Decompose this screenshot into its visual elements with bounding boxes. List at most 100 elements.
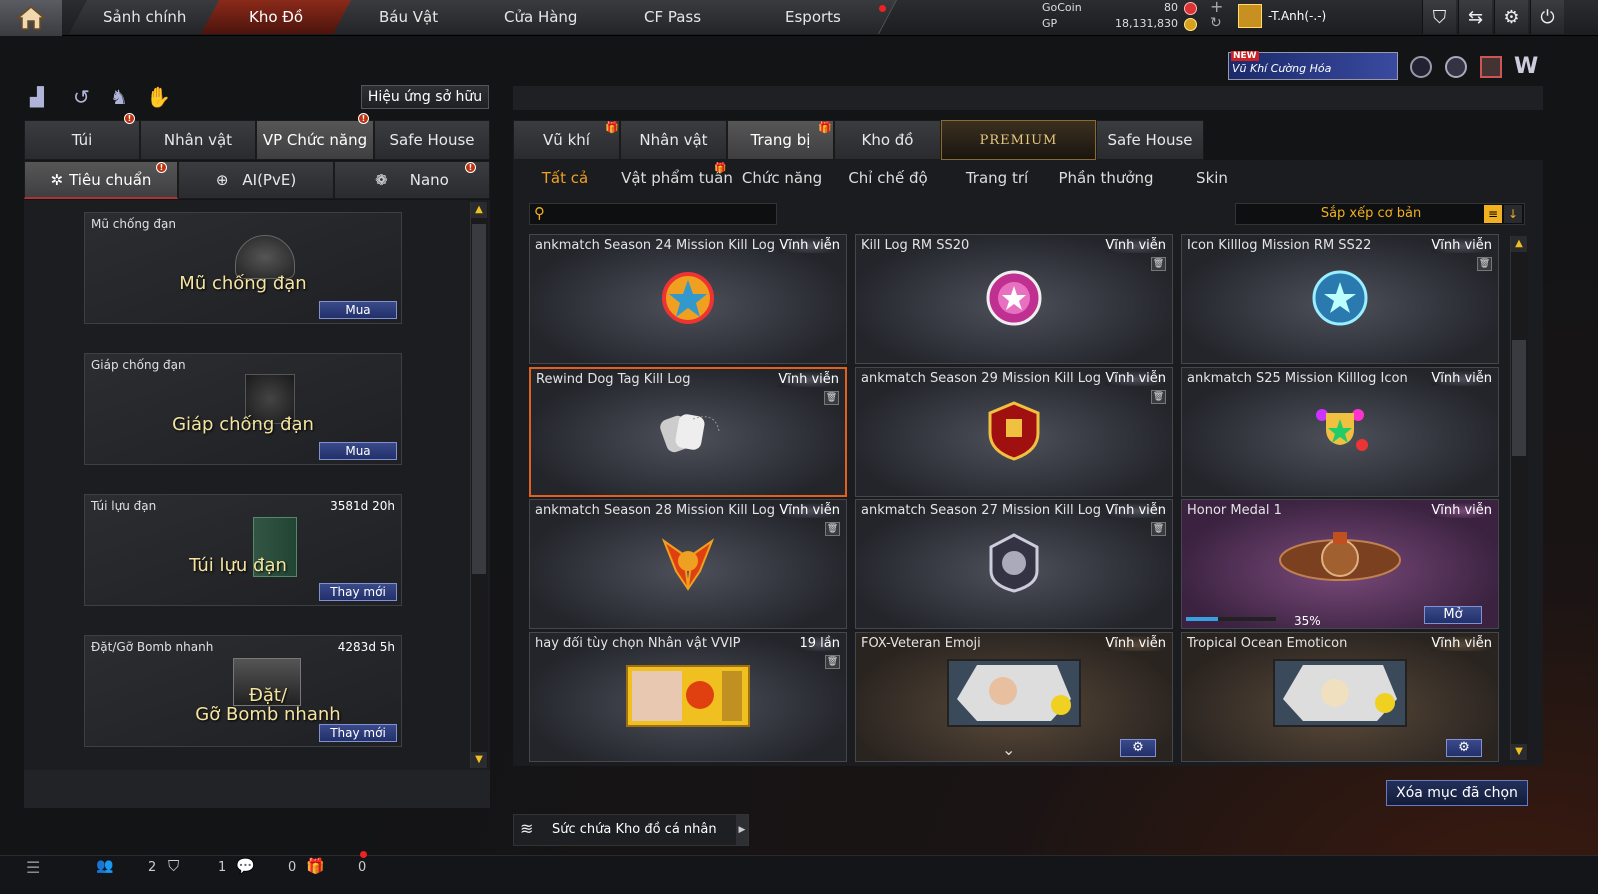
item-card[interactable]: Honor Medal 1 Vĩnh viễn 35% Mở — [1181, 499, 1499, 629]
tab-premium[interactable]: PREMIUM — [941, 120, 1096, 160]
friends-icon[interactable]: 👥 — [96, 858, 113, 874]
tab-characters[interactable]: Nhân vật — [620, 120, 727, 160]
equipment-card[interactable]: Đặt/Gỡ Bomb nhanh 4283d 5h Đặt/ Gỡ Bomb … — [84, 635, 402, 747]
gift-icon: 🎁 — [714, 163, 727, 174]
subtab-ai-pve[interactable]: ⊕ AI(PvE) — [178, 161, 334, 199]
subtab-rewards[interactable]: Phần thưởng — [1054, 166, 1158, 190]
open-button[interactable]: Mở — [1424, 606, 1482, 624]
item-card[interactable]: hay đổi tùy chọn Nhân vật VVIP 19 lần 🗑 — [529, 632, 847, 762]
event-icon-2[interactable] — [1445, 56, 1467, 78]
mouse-icon[interactable]: ✋ — [146, 85, 171, 109]
renew-button[interactable]: Thay mới — [319, 583, 397, 601]
clan-shield-icon[interactable]: ⛉ — [168, 857, 179, 875]
capacity-bar[interactable]: ≋ Sức chứa Kho đồ cá nhân ▶ — [513, 814, 749, 846]
scroll-up-arrow[interactable]: ▲ — [471, 202, 487, 218]
chevron-down-icon[interactable]: ⌄ — [1002, 740, 1015, 759]
item-card-selected[interactable]: Rewind Dog Tag Kill Log Vĩnh viễn 🗑 — [529, 367, 847, 497]
subtab-skin[interactable]: Skin — [1184, 166, 1240, 190]
item-card[interactable]: FOX-Veteran Emoji Vĩnh viễn ⌄ ⚙ — [855, 632, 1173, 762]
trash-icon[interactable]: 🗑 — [1151, 522, 1166, 536]
item-card[interactable]: ankmatch S25 Mission Killlog Icon Vĩnh v… — [1181, 367, 1499, 497]
subtab-standard[interactable]: ✲ Tiêu chuẩn — [24, 161, 178, 199]
power-icon[interactable]: ⏻ — [1530, 0, 1564, 34]
gear-icon[interactable]: ⚙ — [1446, 739, 1482, 757]
chat-icon[interactable]: 💬 — [236, 857, 255, 875]
item-card[interactable]: ankmatch Season 28 Mission Kill Log Vĩnh… — [529, 499, 847, 629]
refresh-icon[interactable]: ↻ — [1210, 15, 1222, 31]
trash-icon[interactable]: 🗑 — [1477, 257, 1492, 271]
search-box[interactable]: ⚲ — [529, 203, 777, 225]
buy-button[interactable]: Mua — [319, 442, 397, 460]
buy-button[interactable]: Mua — [319, 301, 397, 319]
owned-effects-button[interactable]: Hiệu ứng sở hữu — [361, 85, 489, 109]
left-scrollbar[interactable]: ▲ ▼ — [470, 202, 488, 768]
list-icon[interactable]: ≡ — [1484, 205, 1502, 223]
home-button[interactable] — [0, 0, 62, 36]
history-icon[interactable]: ↺ — [73, 85, 90, 109]
gift-icon[interactable]: 🎁 — [306, 857, 325, 875]
tab-safe-house[interactable]: Safe House — [374, 120, 490, 160]
tab-bag[interactable]: Túi — [24, 120, 140, 160]
stats-icon[interactable]: ▟ — [30, 87, 44, 108]
trophy-shield-icon — [984, 399, 1044, 467]
promo-banner[interactable]: NEW Vũ Khí Cường Hóa — [1228, 51, 1398, 80]
nav-tab-esports[interactable]: Esports — [728, 0, 898, 34]
scroll-thumb[interactable] — [472, 224, 486, 574]
right-scrollbar[interactable]: ▲ ▼ — [1510, 236, 1528, 760]
gear-icon[interactable]: ⚙ — [1494, 0, 1528, 34]
notification-dot — [360, 851, 367, 858]
sort-direction-icon[interactable]: ↓ — [1504, 205, 1522, 223]
subtab-decoration[interactable]: Trang trí — [955, 166, 1039, 190]
sort-dropdown[interactable]: Sắp xếp cơ bản ≡ ↓ — [1235, 203, 1525, 225]
event-icon-3[interactable] — [1480, 56, 1502, 78]
item-card[interactable]: Icon Killlog Mission RM SS22 Vĩnh viễn 🗑 — [1181, 234, 1499, 364]
item-card[interactable]: Kill Log RM SS20 Vĩnh viễn 🗑 — [855, 234, 1173, 364]
scroll-thumb[interactable] — [1512, 340, 1526, 456]
shield-icon[interactable]: ⛉ — [1422, 0, 1456, 34]
scroll-down-arrow[interactable]: ▼ — [1511, 744, 1527, 760]
tab-storage[interactable]: Kho đồ — [834, 120, 941, 160]
item-card[interactable]: Tropical Ocean Emoticon Vĩnh viễn ⚙ — [1181, 632, 1499, 762]
nav-tab-shop[interactable]: Cửa Hàng — [464, 0, 618, 34]
tab-weapons[interactable]: Vũ khí — [513, 120, 620, 160]
gocoin-icon — [1184, 2, 1197, 15]
promo-text: Vũ Khí Cường Hóa — [1232, 62, 1332, 75]
equipment-card[interactable]: Mũ chống đạn Mũ chống đạn Mua — [84, 212, 402, 324]
exit-room-icon[interactable]: ⇆ — [1458, 0, 1492, 34]
nav-tab-treasure[interactable]: Báu Vật — [332, 0, 486, 34]
nano-icon: ❁ — [375, 171, 388, 189]
subtab-all[interactable]: Tất cả — [530, 166, 600, 190]
trash-icon[interactable]: 🗑 — [824, 391, 839, 405]
nav-tab-cf-pass[interactable]: CF Pass — [596, 0, 750, 34]
trash-icon[interactable]: 🗑 — [1151, 390, 1166, 404]
gp-value: 18,131,830 — [1115, 17, 1178, 30]
nav-tab-inventory[interactable]: Kho Đồ — [200, 0, 354, 34]
event-icon-4[interactable]: W — [1514, 54, 1538, 79]
nav-tab-lobby[interactable]: Sảnh chính — [68, 0, 222, 34]
expand-arrow-icon[interactable]: ▶ — [736, 815, 748, 845]
equipment-card[interactable]: Giáp chống đạn Giáp chống đạn Mua — [84, 353, 402, 465]
scroll-down-arrow[interactable]: ▼ — [471, 752, 487, 768]
add-currency-icon[interactable]: + — [1210, 0, 1223, 16]
tab-safe-house-right[interactable]: Safe House — [1096, 120, 1204, 160]
tab-functional-items[interactable]: VP Chức năng — [256, 120, 374, 160]
tab-character[interactable]: Nhân vật — [140, 120, 256, 160]
item-card[interactable]: ankmatch Season 24 Mission Kill Log Vĩnh… — [529, 234, 847, 364]
scroll-up-arrow[interactable]: ▲ — [1511, 236, 1527, 252]
gear-icon[interactable]: ⚙ — [1120, 739, 1156, 757]
item-card[interactable]: ankmatch Season 29 Mission Kill Log Vĩnh… — [855, 367, 1173, 497]
event-icon-1[interactable] — [1410, 56, 1432, 78]
search-input[interactable] — [554, 205, 772, 223]
item-card[interactable]: ankmatch Season 27 Mission Kill Log Vĩnh… — [855, 499, 1173, 629]
equipment-card[interactable]: Túi lựu đạn 3581d 20h Túi lựu đạn Thay m… — [84, 494, 402, 606]
top-nav-bar: Sảnh chính Kho Đồ Báu Vật Cửa Hàng CF Pa… — [0, 0, 1598, 36]
trash-icon[interactable]: 🗑 — [825, 522, 840, 536]
subtab-mode-only[interactable]: Chỉ chế độ — [844, 166, 932, 190]
trash-icon[interactable]: 🗑 — [1151, 257, 1166, 271]
character-icon[interactable]: ♞ — [110, 85, 128, 109]
subtab-functional[interactable]: Chức năng — [738, 166, 826, 190]
trash-icon[interactable]: 🗑 — [825, 655, 840, 669]
delete-selected-button[interactable]: Xóa mục đã chọn — [1386, 780, 1528, 806]
renew-button[interactable]: Thay mới — [319, 724, 397, 742]
menu-list-icon[interactable]: ☰ — [26, 858, 40, 877]
